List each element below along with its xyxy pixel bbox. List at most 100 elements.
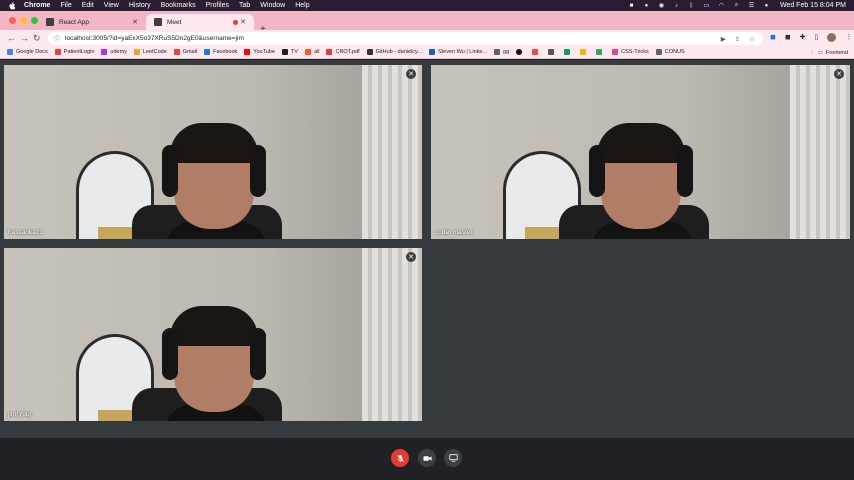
menu-bar-clock[interactable]: Wed Feb 15 8:04 PM xyxy=(780,2,846,9)
tab-title: React App xyxy=(59,18,89,26)
bookmark-icon-only[interactable] xyxy=(564,49,573,55)
back-button[interactable]: ← xyxy=(7,33,16,43)
bookmark-item[interactable]: Gmail xyxy=(173,49,197,55)
video-tile[interactable]: code_master ✕ xyxy=(431,65,850,239)
bookmark-icon-only[interactable] xyxy=(548,49,557,55)
bookmark-folder-frontend[interactable]: | ▭ Frontend xyxy=(811,46,848,59)
tab-react-app[interactable]: React App ✕ xyxy=(38,14,146,30)
reload-button[interactable]: ↻ xyxy=(33,33,41,43)
close-window-button[interactable] xyxy=(9,17,16,24)
menu-window[interactable]: Window xyxy=(260,2,285,9)
extension-icon[interactable]: ◼ xyxy=(785,33,791,42)
camera-in-use-icon[interactable]: ▶ xyxy=(721,35,726,43)
folder-icon: ▭ xyxy=(817,49,823,56)
participant-name: jim(You) xyxy=(8,411,32,418)
sidebar-icon[interactable]: ▯ xyxy=(815,33,819,42)
forward-button[interactable]: → xyxy=(20,33,29,43)
muted-mic-icon: ✕ xyxy=(406,252,416,262)
menu-view[interactable]: View xyxy=(104,2,119,9)
bookmark-icon-only[interactable] xyxy=(596,49,605,55)
share-icon[interactable]: ⇪ xyxy=(735,35,740,43)
extension-icon[interactable]: ◼ xyxy=(770,33,776,42)
bookmark-item[interactable]: TV xyxy=(281,49,298,55)
share-screen-button[interactable] xyxy=(444,449,462,467)
headphone-right xyxy=(250,328,266,380)
bookmark-item[interactable]: CONUS xyxy=(655,49,685,55)
circle-status-icon[interactable]: ◉ xyxy=(658,3,665,9)
menu-app-name[interactable]: Chrome xyxy=(24,2,50,9)
tab-meet[interactable]: Meet ✕ xyxy=(146,14,254,30)
menu-file[interactable]: File xyxy=(60,2,71,9)
bookmark-favicon xyxy=(429,49,435,55)
bookmark-item[interactable]: Steven Wu | Linke... xyxy=(429,49,487,55)
bookmark-favicon xyxy=(101,49,108,55)
bookmark-item[interactable]: PatientLogin xyxy=(54,49,94,55)
site-info-icon[interactable]: ⓘ xyxy=(54,34,60,43)
browser-toolbar: ← → ↻ ⓘ localhost:3005/?id=yaExX5o37XRuS… xyxy=(0,30,854,46)
menu-history[interactable]: History xyxy=(129,2,151,9)
video-curtain xyxy=(362,248,422,421)
bookmark-favicon xyxy=(326,49,333,55)
toggle-mic-button[interactable] xyxy=(391,449,409,467)
bookmark-item[interactable]: Google Docs xyxy=(7,49,48,55)
bookmark-favicon xyxy=(596,49,603,55)
menu-tab[interactable]: Tab xyxy=(239,2,250,9)
bookmark-item[interactable]: Facebook xyxy=(204,49,237,55)
bookmarks-divider: | xyxy=(811,49,813,56)
screen-record-icon[interactable]: ● xyxy=(643,3,650,9)
bookmark-item[interactable]: LeetCode xyxy=(133,49,167,55)
participant-video xyxy=(156,123,272,239)
camera-status-icon[interactable]: ■ xyxy=(628,3,635,9)
bookmark-icon-only[interactable] xyxy=(532,49,541,55)
bookmark-item[interactable]: GitHub - danielcy... xyxy=(366,49,422,55)
video-curtain xyxy=(790,65,850,239)
bookmark-favicon xyxy=(548,49,555,55)
maximize-window-button[interactable] xyxy=(31,17,38,24)
mic-off-icon xyxy=(396,454,404,462)
menu-edit[interactable]: Edit xyxy=(82,2,94,9)
bookmark-item[interactable]: gg xyxy=(494,49,509,55)
video-picture-frame xyxy=(98,410,132,421)
profile-avatar[interactable] xyxy=(827,33,837,42)
muted-mic-icon: ✕ xyxy=(406,69,416,79)
tab-title: Meet xyxy=(167,18,182,26)
bookmark-star-icon[interactable]: ☆ xyxy=(749,35,755,43)
close-tab-icon[interactable]: ✕ xyxy=(240,18,246,26)
bookmark-item[interactable]: udemy xyxy=(101,49,127,55)
sound-icon[interactable]: ♪ xyxy=(673,3,680,9)
menu-bookmarks[interactable]: Bookmarks xyxy=(161,2,196,9)
bookmark-item[interactable]: all xyxy=(304,49,319,55)
browser-tab-strip: React App ✕ Meet ✕ + ⌄ xyxy=(0,11,854,35)
bookmark-favicon xyxy=(564,49,571,55)
menu-help[interactable]: Help xyxy=(295,2,309,9)
close-tab-icon[interactable]: ✕ xyxy=(132,18,138,26)
address-bar[interactable]: ⓘ localhost:3005/?id=yaExX5o37XRuS5Dn2gE… xyxy=(48,32,763,45)
minimize-window-button[interactable] xyxy=(20,17,27,24)
headphone-left xyxy=(589,145,605,197)
participant-name: hassankaz1 xyxy=(8,229,43,236)
video-picture-frame xyxy=(98,227,132,239)
bookmark-item[interactable]: YouTube xyxy=(244,49,275,55)
control-center-icon[interactable]: ☰ xyxy=(748,3,755,9)
menu-profiles[interactable]: Profiles xyxy=(206,2,229,9)
meeting-controls xyxy=(0,438,854,480)
bookmark-icon-only[interactable] xyxy=(516,49,525,55)
toggle-camera-button[interactable] xyxy=(418,449,436,467)
bookmark-favicon xyxy=(281,49,288,55)
bluetooth-icon[interactable]: ᛒ xyxy=(688,3,695,9)
video-tile-self[interactable]: jim(You) ✕ xyxy=(4,248,422,421)
camera-icon xyxy=(422,455,432,461)
video-tile[interactable]: hassankaz1 ✕ xyxy=(4,65,422,239)
apple-icon[interactable] xyxy=(8,1,16,10)
siri-icon[interactable]: ● xyxy=(763,3,770,9)
bookmark-item[interactable]: CSS-Tricks xyxy=(612,49,649,55)
search-icon[interactable]: ⌕ xyxy=(733,2,740,9)
bookmark-favicon xyxy=(244,49,251,55)
bookmark-item[interactable]: CROT.pdf xyxy=(326,49,360,55)
battery-icon[interactable]: ▭ xyxy=(703,3,710,9)
wifi-icon[interactable]: ◠ xyxy=(718,3,725,9)
extensions-puzzle-icon[interactable]: ✚ xyxy=(800,33,806,42)
chrome-menu-icon[interactable]: ⋮ xyxy=(845,33,852,42)
participant-video xyxy=(583,123,699,239)
bookmark-icon-only[interactable] xyxy=(580,49,589,55)
